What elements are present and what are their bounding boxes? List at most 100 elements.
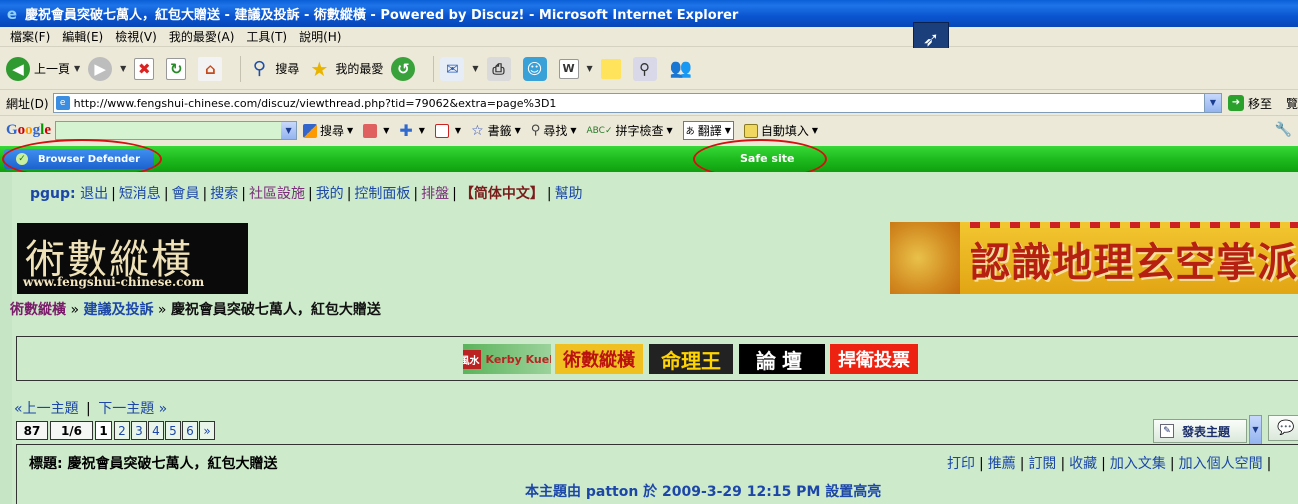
back-dropdown-icon[interactable]: ▼ [74,64,80,73]
nav-control-panel[interactable]: 控制面板 [354,186,410,202]
action-subscribe[interactable]: 訂閱 [1028,456,1056,472]
menu-help[interactable]: 說明(H) [293,28,347,45]
action-recommend[interactable]: 推薦 [988,456,1016,472]
google-spellcheck-button[interactable]: ABC✓ 拼字檢查 ▼ [587,122,673,139]
google-highlight-button[interactable]: ▼ [363,123,389,138]
google-search-dropdown[interactable]: ▼ [347,126,353,135]
nav-help[interactable]: 幫助 [555,186,583,202]
edit-dropdown-icon[interactable]: ▼ [587,64,593,73]
next-thread-link[interactable]: 下一主題 » [98,401,167,417]
new-topic-dropdown-icon[interactable]: ▼ [1249,415,1262,445]
nav-chart[interactable]: 排盤 [421,186,449,202]
pagination-page[interactable]: 6 [182,421,198,440]
google-search-input[interactable]: ▼ [55,121,298,140]
pagination-page[interactable]: 2 [114,421,130,440]
google-search-button[interactable]: 搜尋 ▼ [303,122,353,139]
stop-button[interactable]: ✖ [134,57,158,80]
pagination-next[interactable]: » [199,421,215,440]
google-translate-button[interactable]: あ 翻譯 ▼ [682,121,734,140]
nav-simplified-chinese[interactable]: 【简体中文】 [460,186,544,202]
spellcheck-label: 拼字檢查 [615,124,664,138]
spellcheck-dropdown[interactable]: ▼ [667,126,673,135]
menu-edit[interactable]: 編輯(E) [56,28,109,45]
ad-mingliwang[interactable]: 命理王 [649,344,733,374]
nav-logout[interactable]: 退出 [80,186,108,202]
history-icon: ↺ [391,56,416,81]
google-bookmarks-button[interactable]: ☆ 書籤 ▼ [471,122,521,139]
address-url: http://www.fengshui-chinese.com/discuz/v… [73,96,557,110]
pagination-page[interactable]: 5 [165,421,181,440]
contacts-button[interactable]: 👥 [669,57,697,81]
history-button[interactable]: ↺ [391,56,419,81]
thread-subject: 標題: 慶祝會員突破七萬人，紅包大贈送 [29,456,278,472]
site-logo[interactable]: 術數縱橫 www.fengshui-chinese.com [17,223,248,294]
links-label[interactable]: 覽 [1286,95,1298,112]
edit-button[interactable]: W ▼ [558,58,593,79]
wrench-settings-icon[interactable]: 🔧 [1275,122,1292,138]
action-print[interactable]: 打印 [947,456,975,472]
breadcrumb-separator: » [157,302,171,318]
google-search-dropdown-icon[interactable]: ▼ [281,122,297,139]
google-search-label: 搜尋 [320,124,345,138]
banner-decoration [970,222,1298,228]
breadcrumb-home[interactable]: 術數縱橫 [10,302,66,318]
refresh-button[interactable]: ↻ [166,57,190,80]
google-popup-blocker-button[interactable]: ▼ [434,123,461,138]
discuss-button[interactable] [600,58,625,79]
go-arrow-icon: ➜ [1228,95,1244,111]
ad-forum[interactable]: 論壇 [739,344,825,374]
menu-file[interactable]: 檔案(F) [4,28,56,45]
action-add-space[interactable]: 加入個人空間 [1179,456,1263,472]
ad-kerby-kuek[interactable]: 風水 Kerby Kuek [463,344,551,374]
plus-dropdown[interactable]: ▼ [419,126,425,135]
pagination-page[interactable]: 3 [131,421,147,440]
reply-button[interactable]: 💬 [1268,415,1298,441]
pagination-current: 1 [95,421,112,440]
mail-button[interactable]: ✉ ▼ [440,56,479,81]
home-button[interactable]: ⌂ [198,56,226,81]
messenger-icon: ☺ [522,56,547,81]
ad-vote[interactable]: 捍衛投票 [830,344,918,374]
nav-messages[interactable]: 短消息 [119,186,161,202]
translate-dropdown[interactable]: ▼ [725,126,731,135]
prev-thread-link[interactable]: «上一主題 [14,401,79,417]
forward-dropdown-icon[interactable]: ▼ [120,64,126,73]
google-find-button[interactable]: ⚲ 尋找 ▼ [531,122,577,139]
address-dropdown-icon[interactable]: ▼ [1204,94,1221,112]
menu-view[interactable]: 檢視(V) [109,28,163,45]
action-add-collection[interactable]: 加入文集 [1110,456,1166,472]
menu-tools[interactable]: 工具(T) [240,28,293,45]
address-input[interactable]: e http://www.fengshui-chinese.com/discuz… [52,93,1222,113]
ad-fengshui-chinese[interactable]: 術數縱橫 [555,344,643,374]
nav-community[interactable]: 社區設施 [249,186,305,202]
google-logo[interactable]: Google [6,122,51,139]
menu-favorites[interactable]: 我的最愛(A) [163,28,241,45]
research-button[interactable]: ⚲ [632,56,661,81]
messenger-button[interactable]: ☺ [522,56,551,81]
bookmarks-dropdown[interactable]: ▼ [515,126,521,135]
favorites-button[interactable]: ★ 我的最愛 [307,57,383,81]
search-button[interactable]: ⚲ 搜尋 [247,57,300,81]
google-autofill-button[interactable]: 自動填入 ▼ [743,122,818,139]
google-plus-button[interactable]: ✚ ▼ [399,121,425,140]
autofill-dropdown[interactable]: ▼ [812,126,818,135]
nav-members[interactable]: 會員 [172,186,200,202]
go-button[interactable]: ➜ 移至 [1228,95,1272,112]
highlight-dropdown[interactable]: ▼ [383,126,389,135]
print-button[interactable]: ⎙ [486,56,515,81]
forward-button[interactable]: ▶ ▼ [88,56,126,81]
bookmarks-label: 書籤 [487,124,512,138]
nav-my[interactable]: 我的 [316,186,344,202]
mail-dropdown-icon[interactable]: ▼ [472,64,478,73]
new-topic-button[interactable]: ✎ 發表主題 [1153,419,1247,443]
username[interactable]: pgup: [30,186,76,202]
nav-search[interactable]: 搜索 [210,186,238,202]
back-button[interactable]: ◀ 上一頁 ▼ [6,56,80,81]
find-dropdown[interactable]: ▼ [570,126,576,135]
pagination-page[interactable]: 4 [148,421,164,440]
breadcrumb-section[interactable]: 建議及投訴 [83,302,153,318]
popup-blocker-dropdown[interactable]: ▼ [455,126,461,135]
action-favorite[interactable]: 收藏 [1069,456,1097,472]
header-banner-ad[interactable]: 認識地理玄空掌派 [890,222,1298,294]
highlight-note: 本主題由 patton 於 2009-3-29 12:15 PM 設置高亮 [525,484,882,500]
